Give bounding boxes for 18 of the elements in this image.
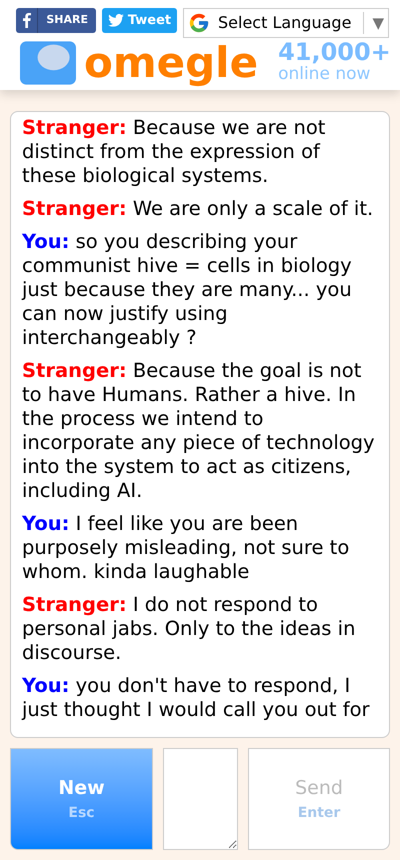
- online-label: online now: [278, 64, 372, 86]
- tweet-button[interactable]: Tweet: [102, 8, 177, 33]
- logo-icon: [20, 40, 76, 85]
- chat-message: You: I feel like you are been purposely misleading, not sure to whom. kinda laughable: [22, 512, 350, 584]
- message-input[interactable]: [163, 748, 238, 850]
- chat-message: Stranger: Because the goal is not to have Humans. Rather a hive. In the process we intend to incorporate any piece of technology into the system to act as citizens, including AI.: [22, 359, 376, 503]
- facebook-share-button[interactable]: SHARE: [16, 8, 96, 33]
- language-select[interactable]: Select Language ▼: [183, 8, 389, 38]
- chat-message: You: you don't have to respond, I just thought I would call you out for: [22, 674, 371, 722]
- chat-message: Stranger: I do not respond to personal jabs. Only to the ideas in discourse.: [22, 593, 356, 665]
- online-count: 41,000+: [278, 40, 391, 64]
- new-chat-button[interactable]: New Esc: [10, 748, 153, 850]
- logo: omegle: [84, 42, 258, 84]
- chat-message: Stranger: Because we are not distinct from the expression of these biological systems.: [22, 116, 326, 188]
- chat-message: Stranger: We are only a scale of it.: [22, 197, 374, 221]
- bird-icon: [108, 14, 124, 27]
- chat-message: You: so you describing your communist hive = cells in biology just because they are many... you can now justify using interchangeably ?: [22, 230, 353, 350]
- google-icon: [188, 12, 210, 34]
